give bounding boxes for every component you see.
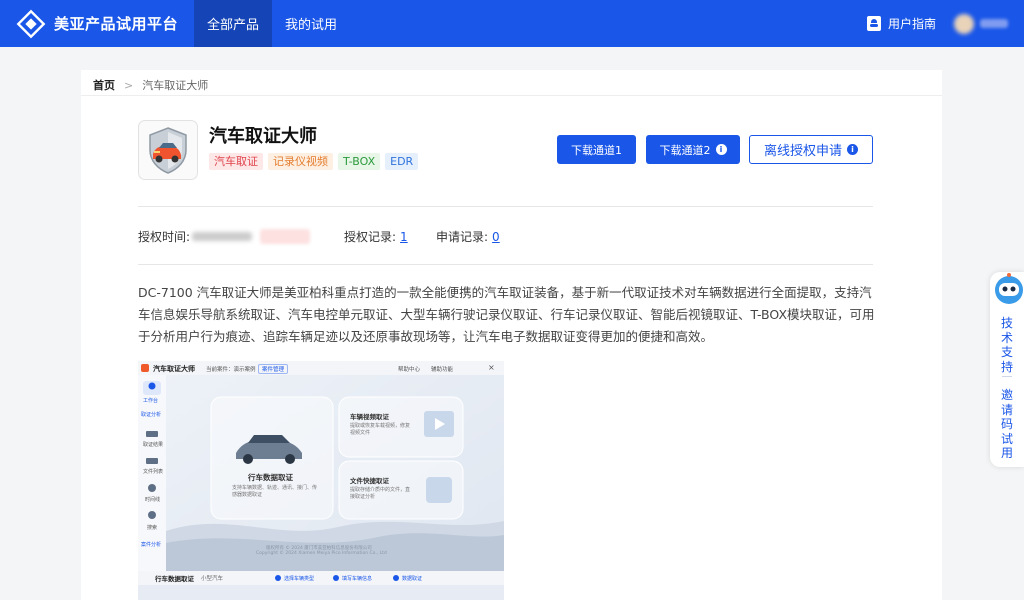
apply-record-label: 申请记录: [436, 230, 489, 244]
offline-auth-label: 离线授权申请 [763, 144, 842, 159]
robot-icon [993, 270, 1024, 308]
breadcrumb: 首页 > 汽车取证大师 [93, 77, 208, 93]
screenshot-sidebar-4: 时间线 [145, 497, 161, 503]
screenshot-current-case: 当前案件：演示案例 [206, 367, 256, 373]
brand-logo[interactable]: 美亚产品试用平台 [16, 9, 194, 39]
auth-time-value-blurred [192, 232, 253, 241]
screenshot-close-icon: × [488, 363, 495, 372]
screenshot-copyright-2: Copyright © 2024 Xiamen Meiya Pico Infor… [256, 551, 387, 556]
screenshot-assist: 辅助功能 [431, 367, 454, 373]
screenshot-help: 帮助中心 [398, 367, 421, 373]
breadcrumb-separator: > [124, 78, 134, 92]
diamond-logo-icon [16, 9, 46, 39]
screenshot-card-video-sub: 提取或恢复车载视频，修复视频文件 [350, 423, 411, 436]
divider [1002, 376, 1012, 377]
top-navbar: 美亚产品试用平台 全部产品 我的试用 用户指南 [0, 0, 1024, 47]
invite-code-trial-label: 邀请码试用 [1001, 388, 1014, 460]
info-icon: i [715, 144, 727, 155]
invite-code-trial-link[interactable]: 邀请码试用 [990, 388, 1024, 461]
auth-record: 授权记录: 1 [344, 228, 408, 245]
tag-car-forensics: 汽车取证 [209, 153, 263, 170]
download-channel-1-label: 下载通道1 [571, 143, 622, 157]
user-guide-link[interactable]: 用户指南 [866, 15, 936, 32]
screenshot-case-button: 案件管理 [258, 364, 289, 374]
screenshot-bottom-subtitle: 小型汽车 [201, 576, 224, 582]
nav-all-products[interactable]: 全部产品 [194, 0, 273, 47]
screenshot-card-file-sub: 提取存储介质中的文件，直接取证分析 [350, 487, 411, 500]
download-channel-2-button[interactable]: 下载通道2 i [646, 135, 740, 164]
product-tags: 汽车取证 记录仪视频 T-BOX EDR [209, 153, 423, 170]
tag-tbox: T-BOX [338, 153, 381, 170]
product-detail-card: 首页 > 汽车取证大师 汽车取证大师 汽车取证 记录仪视频 T-BOX EDR … [81, 70, 942, 600]
tag-edr: EDR [385, 153, 419, 170]
header-right: 用户指南 [866, 0, 1024, 47]
auth-status-badge-blurred [260, 229, 311, 244]
breadcrumb-current: 汽车取证大师 [142, 79, 209, 92]
screenshot-sidebar-0: 工作台 [143, 398, 159, 404]
screenshot-card-video: 车辆视频取证 [350, 413, 389, 421]
screenshot-card-main: 行车数据取证 [248, 473, 293, 482]
screenshot-sidebar-2: 取证结果 [143, 442, 164, 448]
product-icon [138, 120, 198, 180]
screenshot-sidebar-1: 取证分析 [141, 412, 162, 418]
offline-auth-button[interactable]: 离线授权申请 i [749, 135, 873, 164]
user-guide-icon [866, 16, 881, 31]
divider [81, 95, 942, 96]
user-menu[interactable] [954, 0, 1024, 47]
screenshot-card-file: 文件快捷取证 [350, 477, 389, 485]
tech-support-label: 技术支持 [1001, 316, 1014, 374]
divider [138, 206, 873, 207]
download-channel-1-button[interactable]: 下载通道1 [557, 135, 636, 164]
apply-record-link[interactable]: 0 [492, 230, 500, 244]
main-nav: 全部产品 我的试用 [194, 0, 350, 47]
divider [138, 264, 873, 265]
tag-recorder-video: 记录仪视频 [268, 153, 333, 170]
product-description: DC-7100 汽车取证大师是美亚柏科重点打造的一款全能便携的汽车取证装备，基于… [138, 285, 875, 344]
tech-support-link[interactable]: 技术支持 [990, 316, 1024, 374]
screenshot-sidebar-5: 搜索 [147, 525, 158, 531]
screenshot-bottom-title: 行车数据取证 [155, 575, 194, 583]
floating-support-widget: 技术支持 邀请码试用 [990, 272, 1024, 467]
product-screenshot: 汽车取证大师 当前案件：演示案例 案件管理 帮助中心 辅助功能 × 工作台 取证… [138, 361, 504, 600]
download-channel-2-label: 下载通道2 [659, 143, 711, 157]
auth-time: 授权时间: [138, 228, 311, 245]
platform-title: 美亚产品试用平台 [54, 15, 179, 33]
product-name: 汽车取证大师 [209, 126, 317, 147]
screenshot-step-2: 填写车辆信息 [342, 576, 373, 582]
user-guide-label: 用户指南 [887, 17, 936, 31]
auth-record-link[interactable]: 1 [400, 230, 408, 244]
screenshot-step-1: 选择车辆类型 [284, 576, 315, 582]
screenshot-app-title: 汽车取证大师 [153, 365, 195, 373]
username-blurred [980, 19, 1008, 28]
screenshot-sidebar-3: 文件列表 [143, 469, 164, 475]
screenshot-card-main-sub: 支持车辆数据、轨迹、通讯、接门、传感器数据取证 [232, 485, 318, 498]
screenshot-step-3: 数据取证 [402, 576, 423, 582]
info-icon: i [847, 144, 858, 155]
screenshot-sidebar-6: 案件分析 [141, 542, 162, 548]
apply-record: 申请记录: 0 [436, 228, 500, 245]
auth-record-label: 授权记录: [344, 230, 397, 244]
nav-my-trials[interactable]: 我的试用 [272, 0, 350, 47]
auth-time-label: 授权时间: [138, 230, 191, 244]
avatar [954, 13, 974, 34]
breadcrumb-home[interactable]: 首页 [93, 77, 115, 93]
